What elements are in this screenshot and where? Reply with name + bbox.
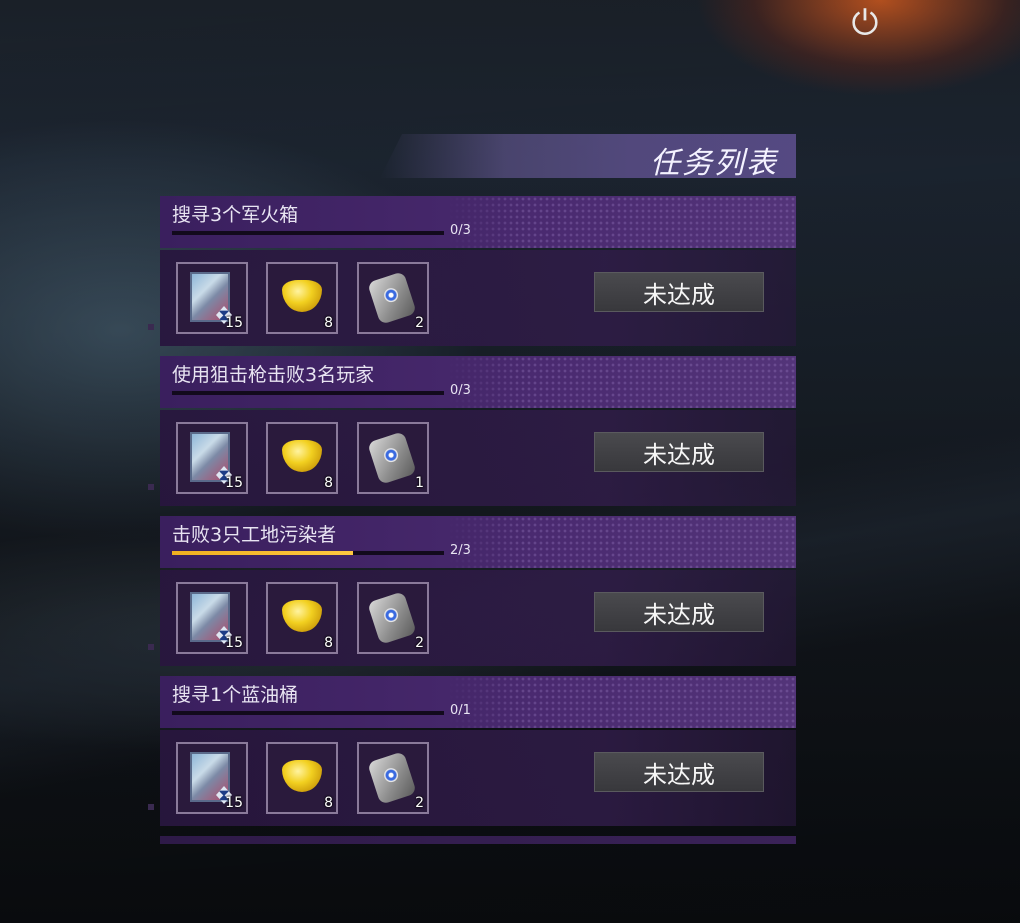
status-button[interactable]: 未达成 bbox=[594, 592, 764, 632]
reward-slot[interactable]: 15 bbox=[176, 742, 248, 814]
reward-count: 2 bbox=[415, 795, 424, 811]
gold-ingot-icon bbox=[282, 600, 322, 632]
card-icon bbox=[190, 752, 230, 802]
progress-text: 0/3 bbox=[450, 383, 471, 398]
card-icon bbox=[190, 432, 230, 482]
quest-header: 搜寻1个蓝油桶 0/1 bbox=[160, 676, 796, 728]
quest-name: 使用狙击枪击败3名玩家 bbox=[172, 364, 375, 386]
quest-name: 搜寻1个蓝油桶 bbox=[172, 684, 299, 706]
gold-ingot-icon bbox=[282, 440, 322, 472]
reward-slot[interactable]: 15 bbox=[176, 582, 248, 654]
reward-slot[interactable]: 2 bbox=[357, 582, 429, 654]
gold-ingot-icon bbox=[282, 760, 322, 792]
quest-rewards: 15 8 2 未达成 bbox=[148, 570, 796, 666]
progress-fill bbox=[172, 551, 354, 555]
quest-item-partial bbox=[160, 836, 796, 844]
progress-text: 2/3 bbox=[450, 543, 471, 558]
reward-slot[interactable]: 2 bbox=[357, 742, 429, 814]
progress-bar bbox=[172, 551, 444, 555]
reward-slot[interactable]: 15 bbox=[176, 422, 248, 494]
quest-name: 搜寻3个军火箱 bbox=[172, 204, 299, 226]
quest-rewards: 15 8 2 未达成 bbox=[148, 250, 796, 346]
reward-count: 15 bbox=[225, 635, 243, 651]
reward-slot[interactable]: 8 bbox=[266, 262, 338, 334]
quest-rewards: 15 8 2 未达成 bbox=[148, 730, 796, 826]
quest-item: 击败3只工地污染者 2/3 15 8 2 未达成 bbox=[148, 516, 796, 666]
dog-tag-icon bbox=[367, 271, 417, 325]
reward-slot[interactable]: 8 bbox=[266, 422, 338, 494]
quest-header: 搜寻3个军火箱 0/3 bbox=[160, 196, 796, 248]
dog-tag-icon bbox=[367, 751, 417, 805]
reward-count: 15 bbox=[225, 315, 243, 331]
reward-count: 8 bbox=[324, 635, 333, 651]
reward-count: 8 bbox=[324, 315, 333, 331]
reward-slot[interactable]: 2 bbox=[357, 262, 429, 334]
quest-header: 击败3只工地污染者 2/3 bbox=[160, 516, 796, 568]
reward-slot[interactable]: 15 bbox=[176, 262, 248, 334]
quest-name: 击败3只工地污染者 bbox=[172, 524, 337, 546]
progress-text: 0/1 bbox=[450, 703, 471, 718]
reward-count: 2 bbox=[415, 635, 424, 651]
reward-count: 15 bbox=[225, 795, 243, 811]
progress-bar bbox=[172, 231, 444, 235]
reward-slot[interactable]: 1 bbox=[357, 422, 429, 494]
reward-count: 2 bbox=[415, 315, 424, 331]
reward-count: 15 bbox=[225, 475, 243, 491]
reward-count: 1 bbox=[415, 475, 424, 491]
status-button[interactable]: 未达成 bbox=[594, 752, 764, 792]
reward-count: 8 bbox=[324, 795, 333, 811]
card-icon bbox=[190, 272, 230, 322]
quest-rewards: 15 8 1 未达成 bbox=[148, 410, 796, 506]
status-button[interactable]: 未达成 bbox=[594, 432, 764, 472]
reward-slot[interactable]: 8 bbox=[266, 742, 338, 814]
page-title: 任务列表 bbox=[650, 146, 778, 181]
reward-count: 8 bbox=[324, 475, 333, 491]
quest-item: 使用狙击枪击败3名玩家 0/3 15 8 1 未达成 bbox=[148, 356, 796, 506]
progress-bar bbox=[172, 711, 444, 715]
status-button[interactable]: 未达成 bbox=[594, 272, 764, 312]
gold-ingot-icon bbox=[282, 280, 322, 312]
reward-slot[interactable]: 8 bbox=[266, 582, 338, 654]
quest-item: 搜寻1个蓝油桶 0/1 15 8 2 未达成 bbox=[148, 676, 796, 826]
progress-text: 0/3 bbox=[450, 223, 471, 238]
power-icon[interactable]: ⏻ bbox=[846, 4, 884, 42]
quest-header: 使用狙击枪击败3名玩家 0/3 bbox=[160, 356, 796, 408]
dog-tag-icon bbox=[367, 431, 417, 485]
title-banner: 任务列表 bbox=[380, 134, 796, 178]
quest-item: 搜寻3个军火箱 0/3 15 8 2 未达成 bbox=[148, 196, 796, 346]
dog-tag-icon bbox=[367, 591, 417, 645]
progress-bar bbox=[172, 391, 444, 395]
card-icon bbox=[190, 592, 230, 642]
